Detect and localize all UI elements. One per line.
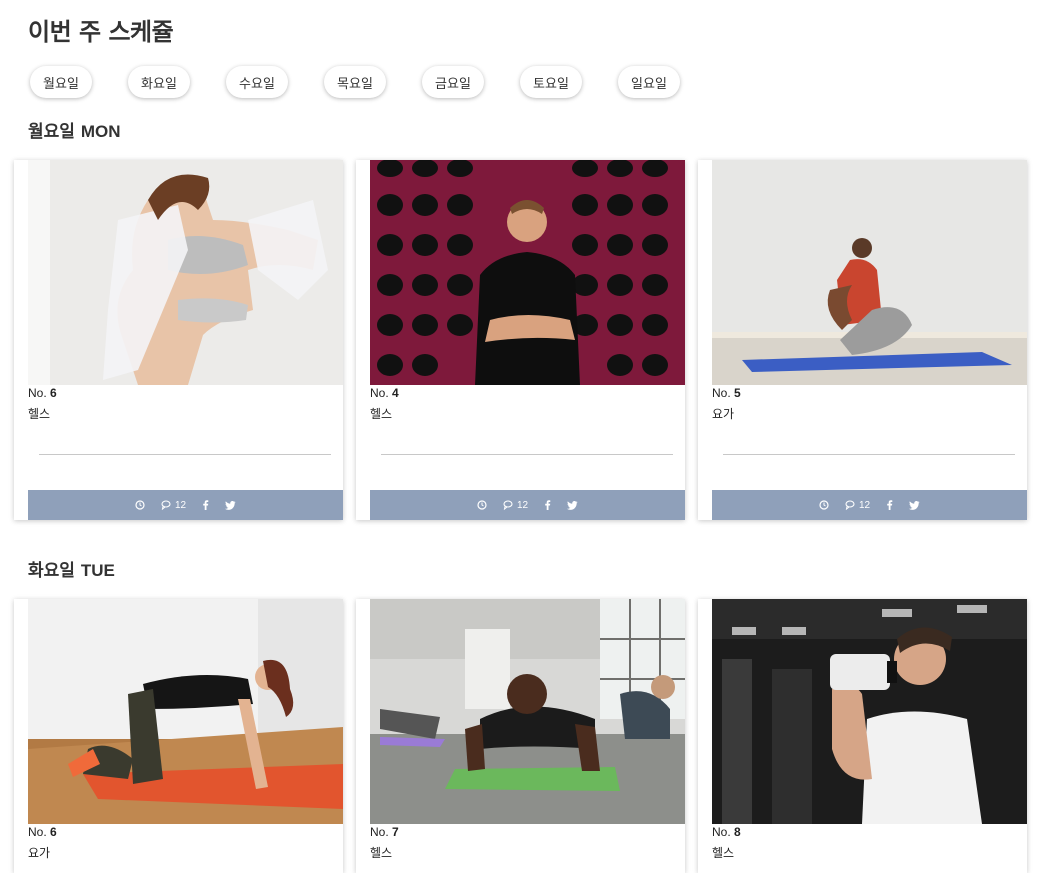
comment-count: 12 <box>858 499 871 511</box>
section-day: 화요일 <box>28 561 75 581</box>
card-category: 헬스 <box>712 846 735 860</box>
card-number: No. 4 <box>370 386 399 400</box>
card-action-bar: 12 <box>28 490 343 520</box>
divider <box>381 454 673 455</box>
facebook-icon[interactable] <box>886 500 893 510</box>
schedule-card[interactable]: No. 6 요가 <box>14 599 343 873</box>
comments-button[interactable]: 12 <box>845 500 870 511</box>
trainer-photo[interactable] <box>370 160 685 385</box>
comments-icon <box>503 500 513 510</box>
tab-wednesday[interactable]: 수요일 <box>226 66 288 98</box>
comments-button[interactable]: 12 <box>161 500 186 511</box>
tab-tuesday[interactable]: 화요일 <box>128 66 190 98</box>
card-number: No. 8 <box>712 825 741 839</box>
twitter-icon[interactable] <box>225 500 236 510</box>
tab-friday[interactable]: 금요일 <box>422 66 484 98</box>
twitter-icon[interactable] <box>567 500 578 510</box>
section-title-monday: 월요일 MON <box>28 117 121 142</box>
section-day-en: TUE <box>80 561 115 580</box>
section-day-en: MON <box>80 122 121 141</box>
facebook-icon[interactable] <box>202 500 209 510</box>
trainer-photo[interactable] <box>28 160 343 385</box>
schedule-card[interactable]: No. 4 헬스 12 <box>356 160 685 520</box>
card-category: 헬스 <box>370 407 393 421</box>
comments-icon <box>845 500 855 510</box>
divider <box>39 454 331 455</box>
divider <box>723 454 1015 455</box>
page-title: 이번 주 스케쥴 <box>28 18 174 46</box>
trainer-photo[interactable] <box>370 599 685 824</box>
schedule-card[interactable]: No. 5 요가 12 <box>698 160 1027 520</box>
card-action-bar: 12 <box>712 490 1027 520</box>
comment-count: 12 <box>516 499 529 511</box>
twitter-icon[interactable] <box>909 500 920 510</box>
trainer-photo[interactable] <box>712 599 1027 824</box>
comment-count: 12 <box>174 499 187 511</box>
tab-sunday[interactable]: 일요일 <box>618 66 680 98</box>
card-category: 헬스 <box>28 407 51 421</box>
card-number: No. 5 <box>712 386 741 400</box>
schedule-card[interactable]: No. 8 헬스 <box>698 599 1027 873</box>
clock-icon[interactable] <box>819 500 829 510</box>
clock-icon[interactable] <box>477 500 487 510</box>
tab-monday[interactable]: 월요일 <box>30 66 92 98</box>
section-title-tuesday: 화요일 TUE <box>28 556 115 581</box>
card-category: 헬스 <box>370 846 393 860</box>
clock-icon[interactable] <box>135 500 145 510</box>
card-number: No. 6 <box>28 825 57 839</box>
schedule-card[interactable]: No. 7 헬스 <box>356 599 685 873</box>
facebook-icon[interactable] <box>544 500 551 510</box>
card-action-bar: 12 <box>370 490 685 520</box>
section-day: 월요일 <box>28 122 75 142</box>
trainer-photo[interactable] <box>28 599 343 824</box>
card-category: 요가 <box>28 846 51 860</box>
schedule-card[interactable]: No. 6 헬스 12 <box>14 160 343 520</box>
tab-thursday[interactable]: 목요일 <box>324 66 386 98</box>
tab-saturday[interactable]: 토요일 <box>520 66 582 98</box>
trainer-photo[interactable] <box>712 160 1027 385</box>
card-category: 요가 <box>712 407 735 421</box>
comments-button[interactable]: 12 <box>503 500 528 511</box>
comments-icon <box>161 500 171 510</box>
day-tabs: 월요일 화요일 수요일 목요일 금요일 토요일 일요일 <box>30 66 716 98</box>
card-number: No. 7 <box>370 825 399 839</box>
card-number: No. 6 <box>28 386 57 400</box>
